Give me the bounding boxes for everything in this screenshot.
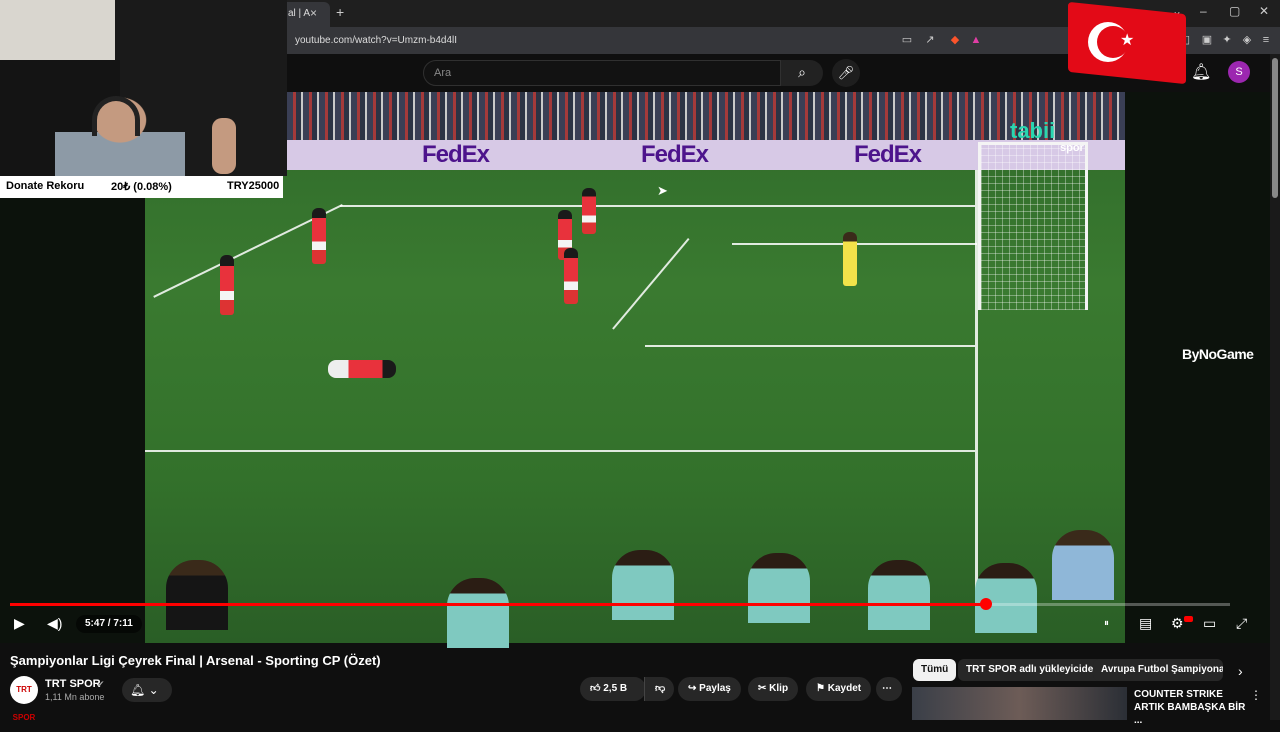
new-tab-button[interactable]: + [336,4,344,20]
bynogame-logo: ByNoGame [1182,346,1254,362]
thumbs-up-icon: 👍︎ [590,683,604,694]
bench-staff [166,560,228,630]
channel-name[interactable]: TRT SPOR [45,678,101,690]
recommended-video-thumbnail[interactable] [912,687,1127,720]
verified-icon: ✔ [97,679,105,689]
broadcaster-logo: tabii [1010,118,1056,143]
save-label: Kaydet [827,683,862,694]
cast-icon[interactable]: ▭ [900,33,914,47]
progress-bar-played [10,603,986,606]
player [294,297,308,367]
vpn-icon[interactable]: ◈ [1240,33,1254,47]
bench-staff [1052,530,1114,600]
play-icon[interactable]: ▶ [14,615,25,632]
hd-badge [1184,616,1193,622]
player [452,225,466,283]
subtitles-icon[interactable]: ▤ [1139,615,1152,632]
player [582,188,596,234]
clip-label: Klip [769,683,789,694]
subscribed-bell-button[interactable]: 🔔︎ ⌄ [122,678,172,702]
menu-icon[interactable]: ≡ [1259,33,1273,47]
like-count: 2,5 B [603,683,628,694]
donate-amount: 20₺ (0.08%) [111,181,172,193]
chevron-right-icon[interactable]: › [1238,663,1243,679]
player [220,255,234,315]
dislike-button[interactable]: 👎︎ [644,677,674,701]
broadcaster-sub-logo: spor [1060,142,1084,154]
search-input[interactable]: Ara [423,60,781,86]
player [312,208,326,264]
volume-icon[interactable]: ◀) [47,615,62,632]
chip-all[interactable]: Tümü [913,659,957,681]
streamer-hand [212,118,236,174]
bench-staff [868,560,930,630]
microphone-icon[interactable]: 🎤︎ [832,59,860,87]
video-frame-crowd [287,92,1125,140]
subscriber-count: 1,11 Mn abone [45,692,105,702]
progress-scrubber[interactable] [980,598,992,610]
sponsor-board: FedEx [422,141,490,168]
clip-button[interactable]: ✂ Klip [748,677,799,701]
wallet-icon[interactable]: ▣ [1200,33,1214,47]
save-button[interactable]: ⚑ Kaydet [806,677,872,701]
share-button[interactable]: ↪ Paylaş [678,677,741,701]
bookmark-icon: ⚑ [816,683,828,694]
brave-shield-icon[interactable]: ◆ [948,33,962,47]
bench-staff [612,550,674,620]
fullscreen-icon[interactable]: ⤢ [1236,615,1247,632]
flag-star-icon: ★ [1120,32,1135,49]
search-icon[interactable]: ⌕ [781,60,823,86]
user-avatar[interactable]: S [1228,61,1250,83]
time-display: 5:47 / 7:11 [76,615,142,633]
settings-gear-icon[interactable]: ⚙ [1171,615,1184,632]
theater-mode-icon[interactable]: ▭ [1203,615,1216,632]
autoplay-toggle[interactable]: ⏸ [1104,618,1109,629]
headset-icon [92,96,140,136]
extensions-icon[interactable]: ✦ [1220,33,1234,47]
share-icon[interactable]: ↗ [923,33,937,47]
bench-staff [748,553,810,623]
browser-tab[interactable]: al | A [280,2,330,27]
player [624,198,638,246]
player-on-ground [328,360,396,378]
pitch-line [340,205,975,207]
share-label: Paylaş [699,683,731,694]
share-arrow-icon: ↪ [688,683,700,694]
maximize-button[interactable]: ▢ [1229,4,1240,18]
scrollbar-thumb[interactable] [1272,58,1278,198]
goalkeeper [843,232,857,286]
goal-net [978,142,1088,310]
player [564,248,578,304]
video-title: Şampiyonlar Ligi Çeyrek Final | Arsenal … [10,653,381,668]
player [356,206,370,266]
pitch-line [645,345,975,347]
recommended-video-title[interactable]: COUNTER STRIKE ARTIK BAMBAŞKA BİR ... [1134,688,1249,727]
brave-rewards-icon[interactable]: ▲ [969,33,983,47]
more-actions-button[interactable]: ⋯ [876,677,902,701]
donate-label: Donate Rekoru [6,180,85,192]
chip-from-uploader[interactable]: TRT SPOR adlı yükleyiciden [958,659,1108,681]
like-button[interactable]: 👍︎ 2,5 B [580,677,646,701]
tab-close-icon[interactable]: × [310,6,317,20]
sponsor-board: FedEx [641,141,709,168]
chip-euro-championship[interactable]: Avrupa Futbol Şampiyonası [1093,659,1223,681]
bench-staff [447,578,509,648]
cursor-icon: ➤ [657,183,668,198]
scissors-icon: ✂ [758,683,770,694]
notifications-bell-icon[interactable]: 🔔︎ [1191,62,1211,82]
sponsor-board: FedEx [854,141,922,168]
pitch-line [145,450,975,452]
url-field[interactable]: youtube.com/watch?v=Umzm-b4d4lI [295,35,457,46]
minimize-button[interactable]: – [1200,4,1207,18]
channel-avatar[interactable]: TRT SPOR [10,676,38,722]
more-vert-icon[interactable]: ⋮ [1250,688,1262,702]
donate-goal: TRY25000 [227,180,280,192]
close-window-button[interactable]: ✕ [1259,4,1269,18]
